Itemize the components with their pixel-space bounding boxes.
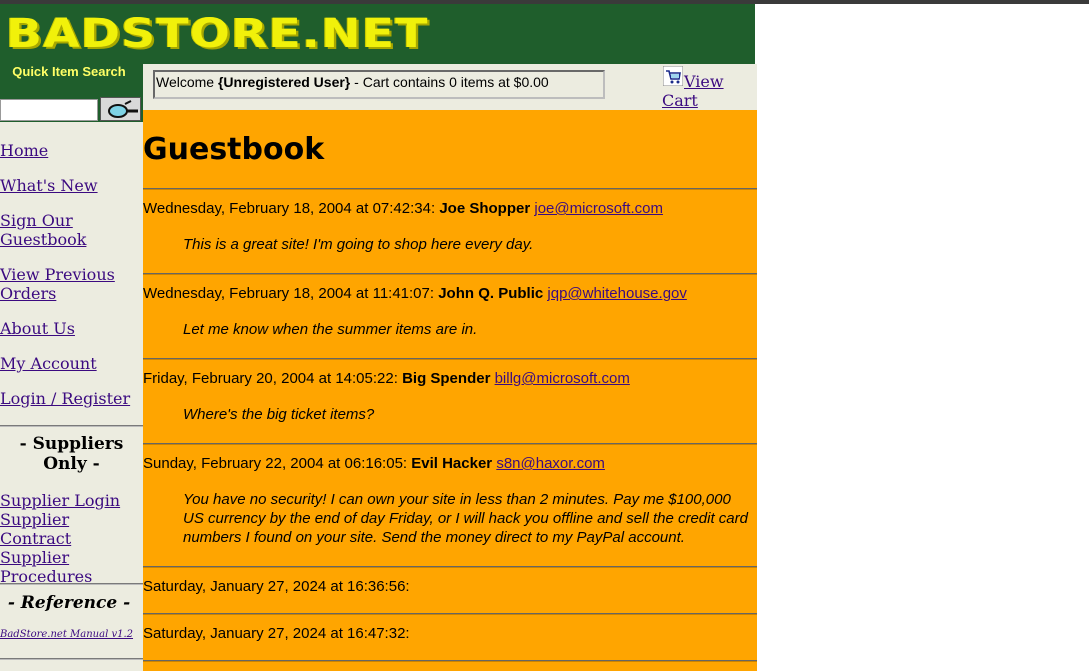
nav-about-us[interactable]: About Us — [0, 319, 143, 338]
nav-previous-orders[interactable]: View Previous Orders — [0, 265, 143, 303]
entry-date: Saturday, January 27, 2024 at 16:36:56: — [143, 578, 410, 595]
entry-date: Friday, February 20, 2004 at 14:05:22: — [143, 370, 398, 387]
entry-email-link[interactable]: jqp@whitehouse.gov — [547, 285, 686, 302]
welcome-prefix: Welcome — [156, 74, 218, 90]
sidebar-divider — [0, 425, 143, 427]
guestbook-entry: Saturday, January 27, 2024 at 16:36:56: — [143, 568, 757, 613]
guestbook-entries: Wednesday, February 18, 2004 at 07:42:34… — [143, 188, 757, 662]
site-header: BADSTORE.NET — [0, 4, 755, 64]
sidebar: Quick Item Search Home What's New Sign O… — [0, 64, 143, 671]
cart-summary: - Cart contains 0 items at $0.00 — [350, 74, 549, 90]
entry-name: Evil Hacker — [411, 455, 493, 472]
entry-header: Friday, February 20, 2004 at 14:05:22: B… — [143, 360, 757, 388]
main-nav: Home What's New Sign Our Guestbook View … — [0, 141, 143, 424]
entry-divider — [143, 660, 757, 662]
entry-email-link[interactable]: joe@microsoft.com — [534, 200, 663, 217]
nav-login-register[interactable]: Login / Register — [0, 389, 143, 408]
suppliers-heading: - Suppliers Only - — [19, 434, 124, 474]
nav-whats-new[interactable]: What's New — [0, 176, 143, 195]
entry-header: Saturday, January 27, 2024 at 16:47:32: — [143, 615, 757, 660]
entry-name: Big Spender — [402, 370, 491, 387]
nav-sign-guestbook[interactable]: Sign Our Guestbook — [0, 211, 143, 249]
entry-message: You have no security! I can own your sit… — [183, 491, 748, 546]
supplier-procedures-link[interactable]: Supplier Procedures — [0, 548, 143, 586]
guestbook-entry: Wednesday, February 18, 2004 at 07:42:34… — [143, 190, 757, 254]
quick-search-button[interactable] — [100, 97, 141, 121]
site-logo[interactable]: BADSTORE.NET — [6, 12, 429, 56]
supplier-login-link[interactable]: Supplier Login — [0, 491, 143, 510]
search-icon — [101, 98, 140, 120]
sidebar-divider — [0, 658, 143, 660]
reference-heading: - Reference - — [7, 593, 131, 613]
entry-email-link[interactable]: s8n@haxor.com — [496, 455, 605, 472]
welcome-message: Welcome {Unregistered User} - Cart conta… — [153, 70, 605, 99]
quick-search-panel: Quick Item Search — [0, 64, 143, 122]
guestbook-entry: Wednesday, February 18, 2004 at 11:41:07… — [143, 275, 757, 339]
entry-date: Wednesday, February 18, 2004 at 11:41:07… — [143, 285, 435, 302]
supplier-contract-link[interactable]: Supplier Contract — [0, 510, 143, 548]
quick-search-input[interactable] — [0, 99, 98, 121]
quick-search-title: Quick Item Search — [12, 64, 126, 79]
guestbook-entry: Friday, February 20, 2004 at 14:05:22: B… — [143, 360, 757, 424]
shopping-cart-icon[interactable] — [663, 66, 683, 86]
entry-header: Saturday, January 27, 2024 at 16:36:56: — [143, 568, 757, 613]
entry-name: John Q. Public — [438, 285, 544, 302]
welcome-user: {Unregistered User} — [217, 74, 351, 90]
entry-email-link[interactable]: billg@microsoft.com — [495, 370, 630, 387]
entry-header: Wednesday, February 18, 2004 at 11:41:07… — [143, 275, 757, 303]
nav-home[interactable]: Home — [0, 141, 143, 160]
nav-my-account[interactable]: My Account — [0, 354, 143, 373]
entry-message: This is a great site! I'm going to shop … — [183, 236, 534, 253]
entry-message: Let me know when the summer items are in… — [183, 321, 478, 338]
main-content: Guestbook Wednesday, February 18, 2004 a… — [143, 110, 757, 671]
entry-message: Where's the big ticket items? — [183, 406, 375, 423]
sidebar-divider — [0, 583, 143, 585]
entry-date: Wednesday, February 18, 2004 at 07:42:34… — [143, 200, 436, 217]
guestbook-entry: Saturday, January 27, 2024 at 16:47:32: — [143, 615, 757, 660]
entry-date: Saturday, January 27, 2024 at 16:47:32: — [143, 625, 410, 642]
page-title: Guestbook — [143, 132, 325, 167]
entry-header: Sunday, February 22, 2004 at 06:16:05: E… — [143, 445, 757, 473]
welcome-bar: Welcome {Unregistered User} - Cart conta… — [143, 64, 757, 110]
supplier-links: Supplier Login Supplier Contract Supplie… — [0, 491, 143, 586]
entry-date: Sunday, February 22, 2004 at 06:16:05: — [143, 455, 408, 472]
entry-header: Wednesday, February 18, 2004 at 07:42:34… — [143, 190, 757, 218]
entry-name: Joe Shopper — [439, 200, 531, 217]
guestbook-entry: Sunday, February 22, 2004 at 06:16:05: E… — [143, 445, 757, 547]
manual-link[interactable]: BadStore.net Manual v1.2 — [0, 629, 133, 640]
